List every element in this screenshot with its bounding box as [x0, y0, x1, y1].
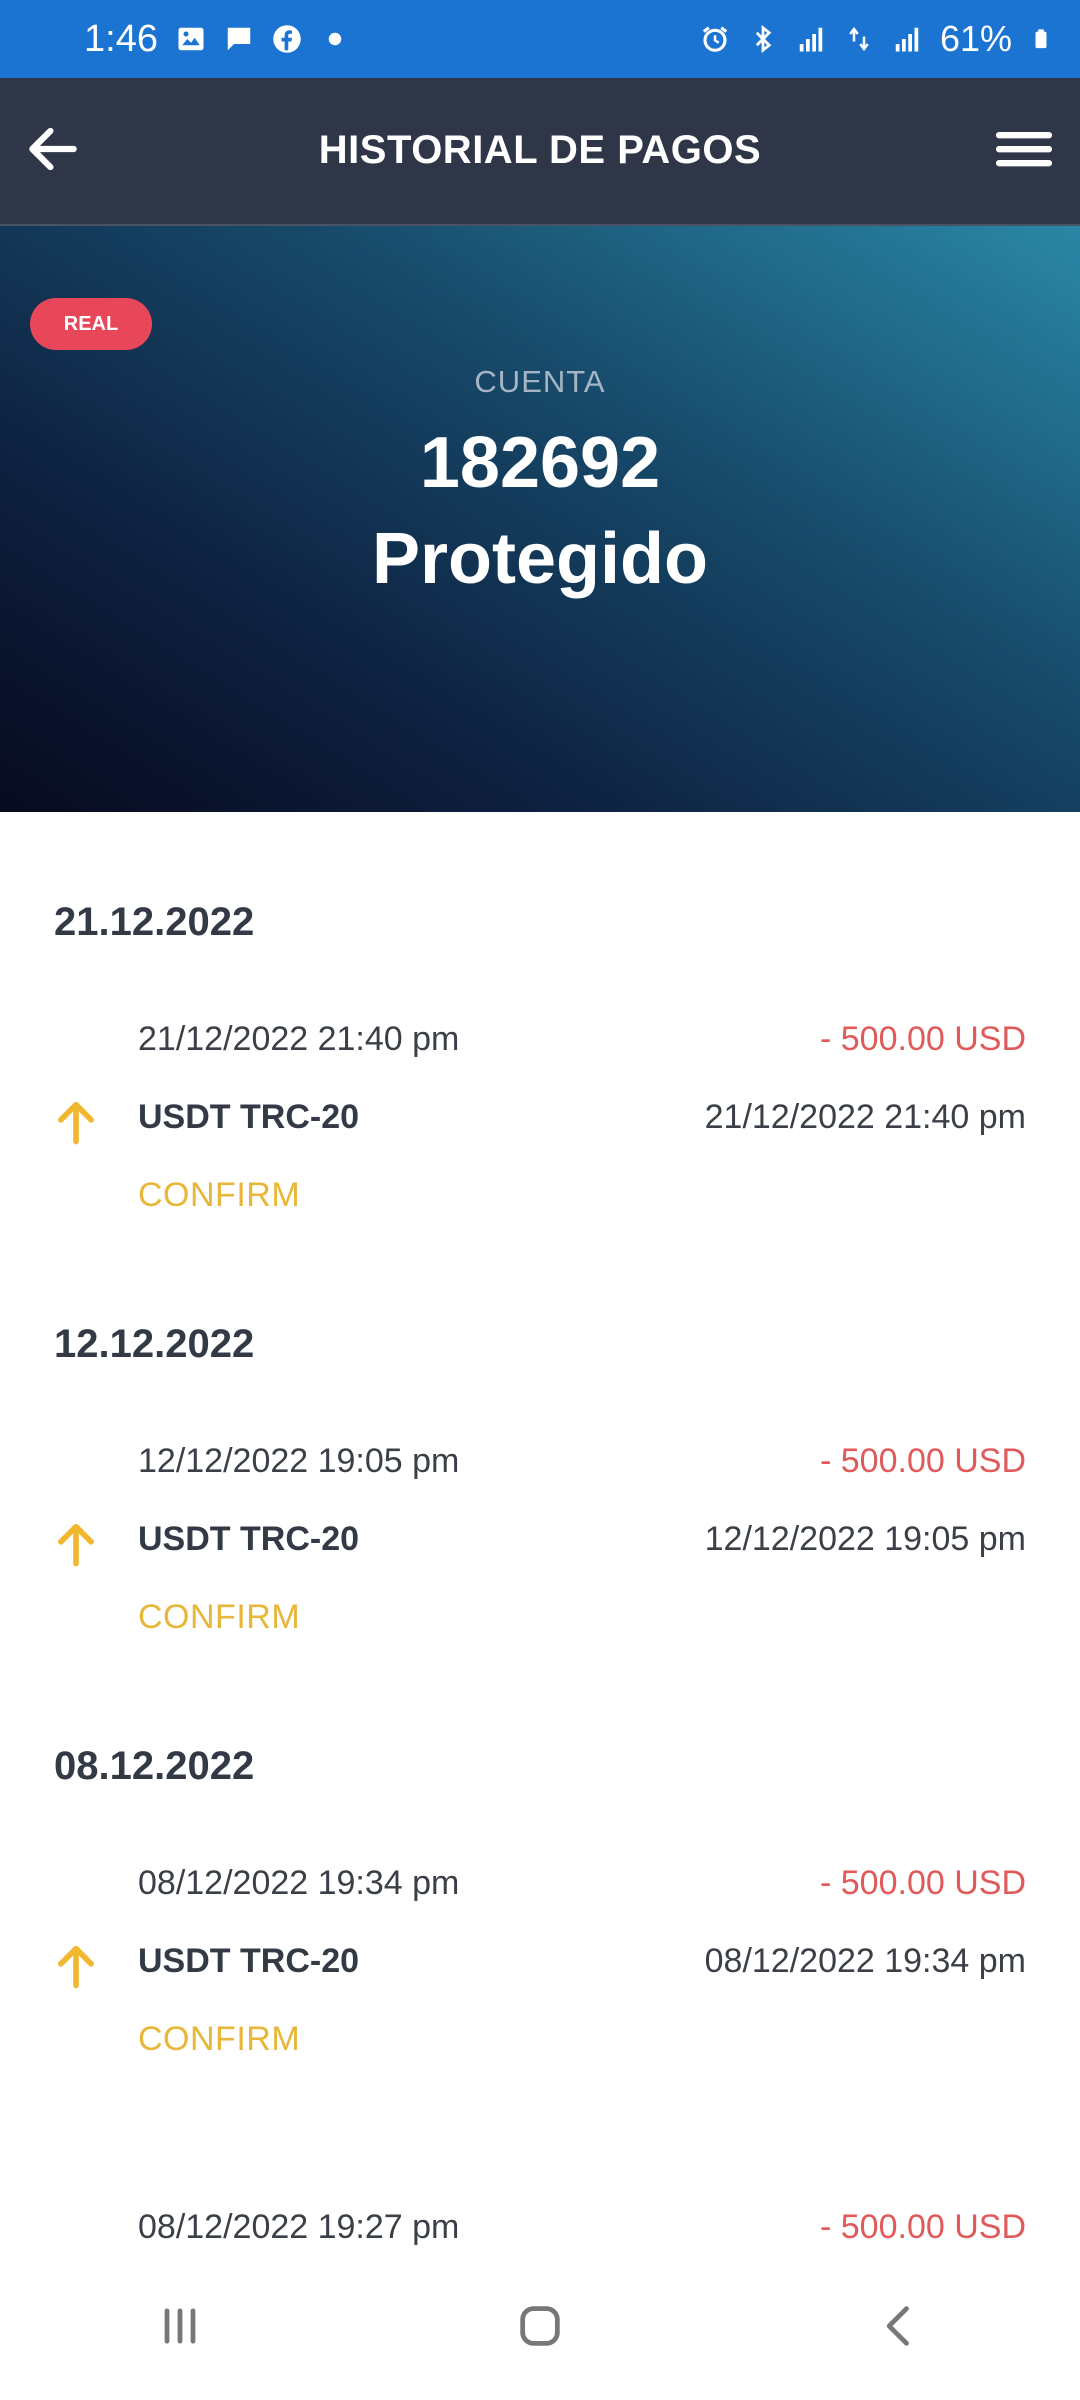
tx-datetime: 12/12/2022 19:05 pm — [138, 1442, 460, 1480]
status-left: 1:46 — [84, 18, 350, 61]
tx-amount: - 500.00 USD — [820, 1864, 1026, 1902]
group-date: 12.12.2022 — [54, 1322, 255, 1366]
tx-datetime-right: 12/12/2022 19:05 pm — [704, 1520, 1026, 1558]
tx-status: CONFIRM — [138, 2020, 301, 2058]
status-bar: 1:46 61% — [0, 0, 1080, 78]
signal-icon — [799, 27, 823, 52]
account-label: CUENTA — [474, 364, 606, 399]
back-button[interactable] — [860, 2286, 940, 2366]
account-number: 182692 — [419, 423, 661, 503]
back-icon — [886, 2306, 909, 2346]
signal-icon-2 — [895, 27, 919, 52]
recent-apps-icon — [164, 2308, 196, 2344]
tx-amount: - 500.00 USD — [820, 1442, 1026, 1480]
battery-percentage: 61% — [939, 18, 1012, 59]
payment-history-list[interactable]: 21.12.2022 21/12/2022 21:40 pm - 500.00 … — [0, 812, 1080, 2252]
group-date: 08.12.2022 — [54, 1744, 255, 1788]
system-nav-bar — [0, 2252, 1080, 2400]
tx-amount: - 500.00 USD — [820, 2208, 1026, 2246]
hamburger-menu-icon[interactable] — [996, 128, 1052, 176]
battery-icon — [1035, 29, 1047, 49]
tx-amount: - 500.00 USD — [820, 1020, 1026, 1058]
account-type: Protegido — [372, 519, 708, 599]
arrow-up-icon — [58, 1945, 94, 1989]
tx-datetime: 08/12/2022 19:27 pm — [138, 2208, 460, 2246]
real-badge: REAL — [30, 298, 152, 350]
lte-icon — [849, 26, 869, 52]
tx-status: CONFIRM — [138, 1598, 301, 1636]
tx-datetime: 08/12/2022 19:34 pm — [138, 1864, 460, 1902]
home-icon — [520, 2306, 560, 2346]
tx-method: USDT TRC-20 — [138, 1098, 360, 1136]
group-date: 21.12.2022 — [54, 900, 255, 944]
message-icon — [227, 27, 251, 51]
dot-icon — [328, 32, 342, 46]
facebook-icon — [273, 25, 301, 53]
recent-apps-button[interactable] — [140, 2286, 220, 2366]
tx-datetime-right: 08/12/2022 19:34 pm — [704, 1942, 1026, 1980]
tx-method: USDT TRC-20 — [138, 1520, 360, 1558]
account-hero: REAL CUENTA 182692 Protegido — [0, 226, 1080, 812]
app-bar: HISTORIAL DE PAGOS — [0, 78, 1080, 226]
arrow-up-icon — [58, 1101, 94, 1145]
alarm-icon — [702, 26, 728, 52]
status-time: 1:46 — [84, 17, 158, 60]
tx-method: USDT TRC-20 — [138, 1942, 360, 1980]
bluetooth-icon — [755, 24, 772, 54]
home-button[interactable] — [500, 2286, 580, 2366]
tx-status: CONFIRM — [138, 1176, 301, 1214]
image-icon — [178, 27, 204, 51]
tx-datetime-right: 21/12/2022 21:40 pm — [704, 1098, 1026, 1136]
page-title: HISTORIAL DE PAGOS — [318, 128, 762, 172]
tx-datetime: 21/12/2022 21:40 pm — [138, 1020, 460, 1058]
arrow-up-icon — [58, 1523, 94, 1567]
status-right: 61% — [700, 18, 1052, 60]
